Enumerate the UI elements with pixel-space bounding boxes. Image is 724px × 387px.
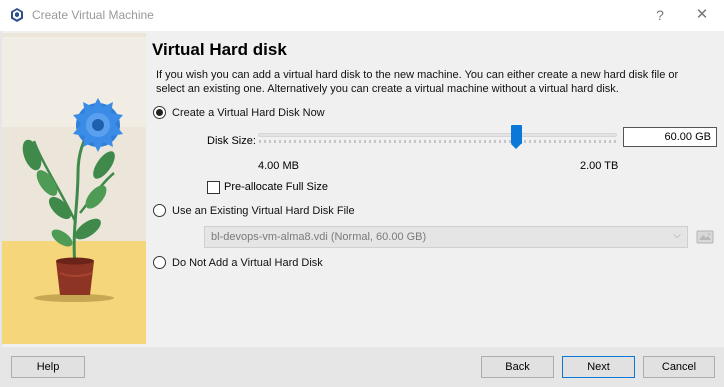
- existing-disk-select-value: bl-devops-vm-alma8.vdi (Normal, 60.00 GB…: [211, 231, 427, 243]
- page-heading: Virtual Hard disk: [152, 40, 287, 59]
- virtualbox-app-icon: [9, 7, 25, 23]
- window-title: Create Virtual Machine: [32, 8, 154, 22]
- chevron-down-icon[interactable]: ⌵: [670, 229, 684, 243]
- preallocate-checkbox[interactable]: [207, 181, 220, 194]
- disk-size-slider-ticks: [259, 140, 616, 143]
- help-icon[interactable]: ?: [650, 5, 670, 25]
- radio-create-disk-now[interactable]: [153, 106, 166, 119]
- wizard-illustration: [2, 33, 146, 344]
- disk-size-min-label: 4.00 MB: [258, 160, 299, 172]
- disk-size-input[interactable]: [623, 127, 717, 147]
- radio-no-disk[interactable]: [153, 256, 166, 269]
- disk-size-slider-handle[interactable]: [510, 125, 522, 149]
- close-icon[interactable]: ✕: [690, 5, 714, 25]
- radio-create-disk-now-label[interactable]: Create a Virtual Hard Disk Now: [172, 107, 325, 119]
- page-description: If you wish you can add a virtual hard d…: [156, 69, 679, 95]
- disk-size-slider-track[interactable]: [258, 133, 617, 137]
- help-button[interactable]: Help: [11, 356, 85, 378]
- choose-disk-folder-icon[interactable]: [696, 228, 714, 245]
- cancel-button[interactable]: Cancel: [643, 356, 715, 378]
- disk-size-max-label: 2.00 TB: [580, 160, 619, 172]
- preallocate-label[interactable]: Pre-allocate Full Size: [224, 181, 328, 193]
- existing-disk-select[interactable]: bl-devops-vm-alma8.vdi (Normal, 60.00 GB…: [204, 226, 688, 248]
- radio-no-disk-label[interactable]: Do Not Add a Virtual Hard Disk: [172, 257, 323, 269]
- disk-size-label: Disk Size:: [207, 135, 256, 147]
- title-bar: Create Virtual Machine ? ✕: [0, 0, 724, 31]
- radio-use-existing-disk[interactable]: [153, 204, 166, 217]
- back-button[interactable]: Back: [481, 356, 554, 378]
- radio-use-existing-disk-label[interactable]: Use an Existing Virtual Hard Disk File: [172, 205, 355, 217]
- next-button[interactable]: Next: [562, 356, 635, 378]
